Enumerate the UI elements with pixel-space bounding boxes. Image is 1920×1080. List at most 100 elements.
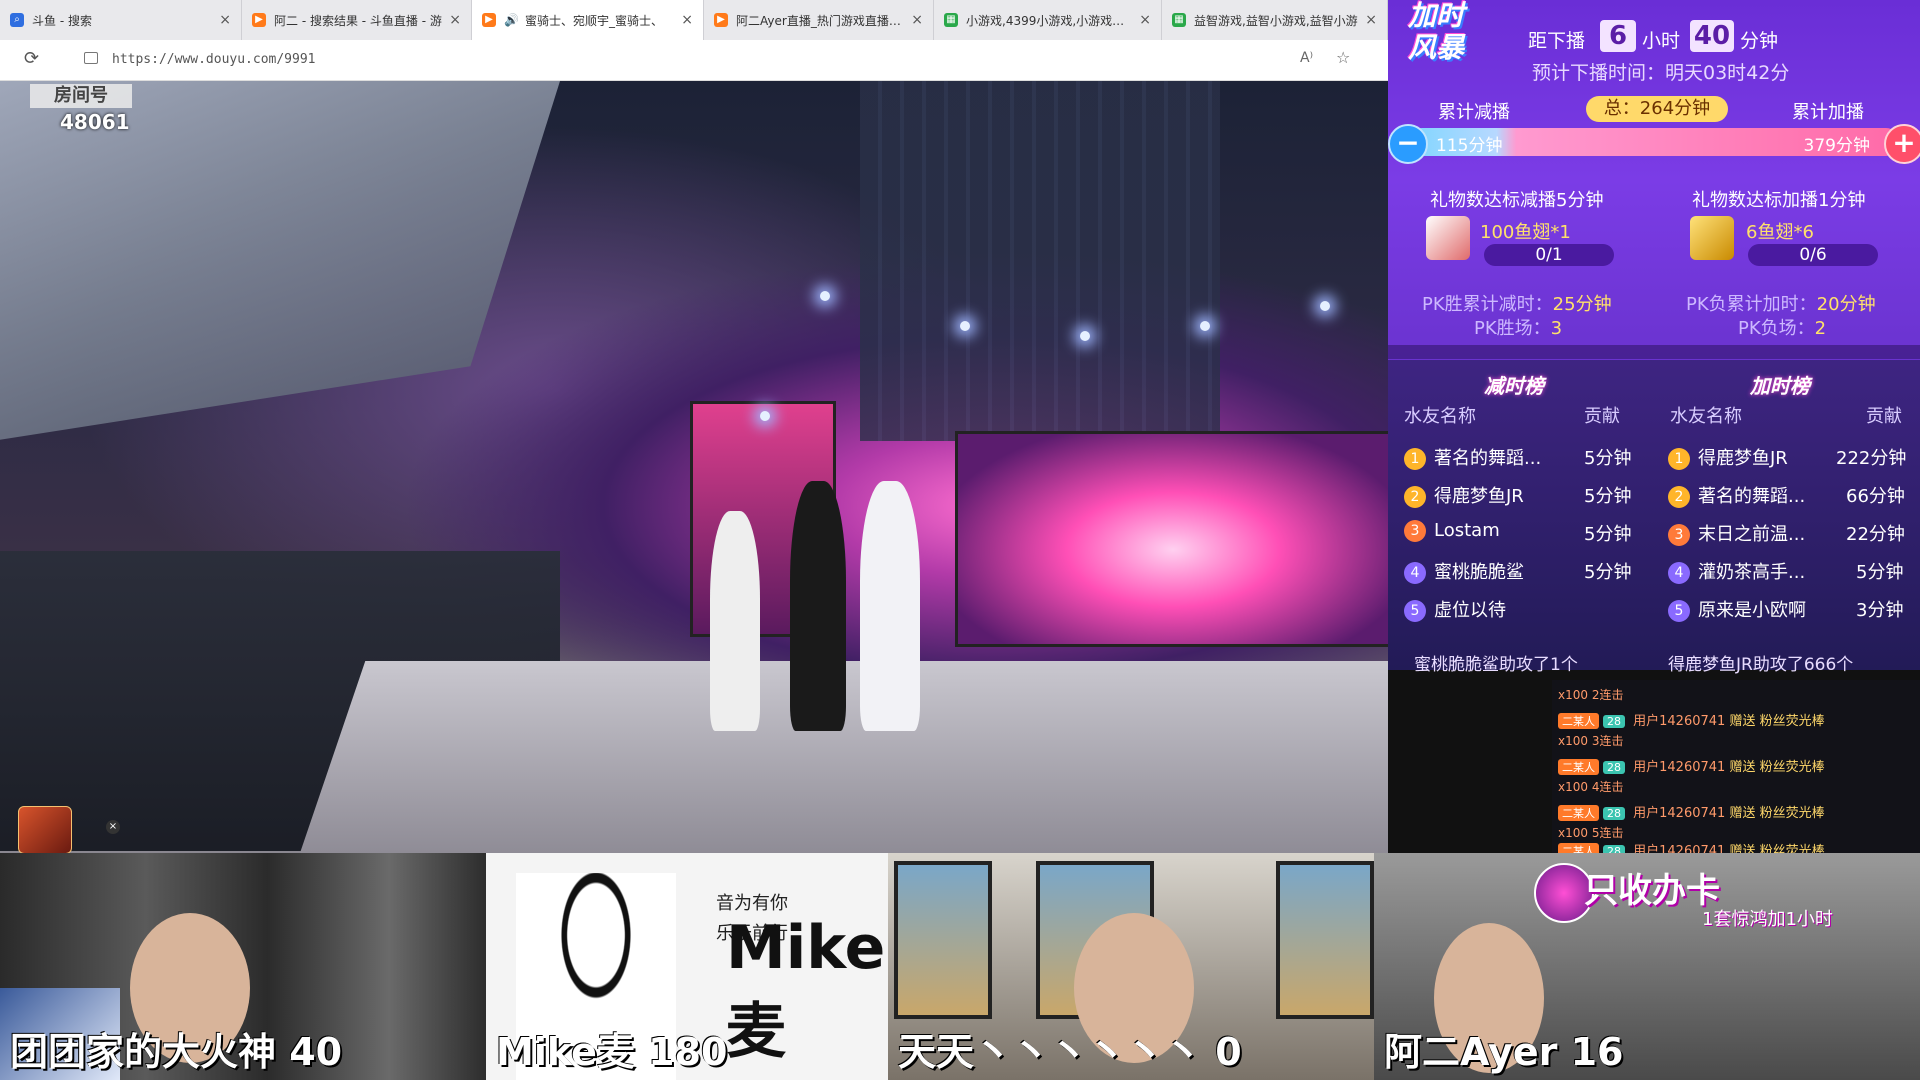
countdown-hours-unit: 小时 (1642, 30, 1681, 52)
search-favicon-icon: ⌕ (10, 13, 24, 27)
chat-combo: x100 2连击 (1558, 688, 1624, 702)
close-icon[interactable]: × (681, 12, 693, 28)
gift-subtract-name: 100鱼翅*1 (1480, 222, 1571, 243)
close-icon[interactable]: × (449, 12, 461, 28)
chat-combo: x100 5连击 (1558, 826, 1624, 840)
game-favicon-icon: ▦ (944, 13, 958, 27)
overtime-storm-logo: 加时 风暴 (1407, 0, 1464, 64)
expected-end-time: 预计下播时间：明天03时42分 (1532, 62, 1790, 84)
speaker-icon[interactable]: 🔊 (504, 13, 519, 27)
pk-win-total: PK胜累计减时：25分钟 (1422, 294, 1612, 315)
close-icon[interactable]: × (911, 12, 923, 28)
gift-add-name: 6鱼翅*6 (1746, 222, 1814, 243)
pk-lose-count: PK负场：2 (1738, 318, 1827, 339)
time-balance-bar: 115分钟 379分钟 (1408, 128, 1900, 156)
add-board-title: 加时榜 (1750, 374, 1810, 398)
subtract-row: 1 著名的舞蹈... (1404, 444, 1541, 474)
chat-combo: x100 3连击 (1558, 734, 1624, 748)
tab-title: 益智游戏,益智小游戏,益智小游 (1194, 13, 1358, 28)
tab-4399-games[interactable]: ▦ 小游戏,4399小游戏,小游戏大全 × (934, 0, 1162, 40)
glowstick-gift-icon (1690, 216, 1734, 260)
subtract-row: 4 蜜桃脆脆鲨 (1404, 558, 1524, 588)
douyu-favicon-icon: ▶ (252, 13, 266, 27)
guest-name-score: 天天丶丶丶丶丶丶 0 (898, 1030, 1242, 1074)
add-row-value: 222分钟 (1836, 448, 1907, 469)
col-name-header: 水友名称 (1404, 406, 1476, 427)
tab-puzzle-games[interactable]: ▦ 益智游戏,益智小游戏,益智小游 × (1162, 0, 1388, 40)
chat-message: 二某人 28 用户14260741 赠送 粉丝荧光棒 (1558, 756, 1825, 775)
chat-message: 二某人 28 用户14260741 赠送 粉丝荧光棒 (1558, 802, 1825, 821)
countdown-prefix: 距下播 (1528, 30, 1586, 52)
tab-title: 阿二Ayer直播_热门游戏直播_斗 (736, 13, 906, 28)
col-name-header: 水友名称 (1670, 406, 1742, 427)
chat-message: 二某人 28 用户14260741 赠送 粉丝荧光棒 (1558, 710, 1825, 729)
stage-light (760, 411, 770, 421)
wall-painting (894, 861, 992, 1019)
chat-combo: x100 4连击 (1558, 780, 1624, 794)
guest-sign: 只收办卡 (1584, 871, 1720, 911)
corner-activity-avatar[interactable] (18, 806, 72, 854)
close-icon[interactable]: × (1365, 12, 1377, 28)
guest-window-2[interactable]: 音为有你 乐于前行 Mike麦 Mike麦 180 (486, 853, 888, 1080)
guest-name-score: 阿二Ayer 16 (1384, 1030, 1624, 1074)
subtract-value: 115分钟 (1436, 136, 1503, 156)
favorite-star-icon[interactable]: ☆ (1336, 48, 1350, 67)
tab-title: 小游戏,4399小游戏,小游戏大全 (966, 13, 1134, 28)
video-tower (860, 81, 1220, 441)
countdown-minutes: 40 (1690, 20, 1734, 52)
subtract-row-value: 5分钟 (1584, 448, 1632, 469)
add-row: 2 著名的舞蹈... (1668, 482, 1805, 512)
add-row-value: 66分钟 (1846, 486, 1905, 507)
url-field[interactable]: https://www.douyu.com/9991 (112, 52, 316, 67)
total-subtract-label: 累计减播 (1438, 102, 1510, 123)
add-row: 1 得鹿梦鱼JR (1668, 444, 1788, 474)
close-icon[interactable]: × (219, 12, 231, 28)
assist-subtract: 蜜桃脆脆鲨助攻了1个 (1414, 655, 1578, 675)
close-icon[interactable]: × (1139, 12, 1151, 28)
subtract-row-value: 5分钟 (1584, 524, 1632, 545)
close-icon[interactable]: × (106, 820, 120, 834)
stage-light (1080, 331, 1090, 341)
tab-title: 斗鱼 - 搜索 (32, 13, 92, 28)
video-stage-screen (955, 431, 1388, 647)
guest-window-4[interactable]: 只收办卡 1套惊鸿加1小时 阿二Ayer 16 (1374, 853, 1920, 1080)
guest-window-1[interactable]: 团团家的大火神 40 (0, 853, 486, 1080)
room-number: 48061 (60, 110, 130, 134)
guest-window-3[interactable]: 天天丶丶丶丶丶丶 0 (888, 853, 1374, 1080)
gift-add-title: 礼物数达标加播1分钟 (1692, 190, 1866, 211)
total-time-pill: 总：264分钟 (1586, 96, 1728, 122)
add-row: 3 末日之前温... (1668, 520, 1805, 550)
subtract-board-title: 减时榜 (1484, 374, 1544, 398)
main-video-stream[interactable] (0, 81, 1388, 853)
tab-search-results[interactable]: ▶ 阿二 - 搜索结果 - 斗鱼直播 - 游 × (242, 0, 472, 40)
tab-title: 阿二 - 搜索结果 - 斗鱼直播 - 游 (274, 13, 442, 28)
chat-gift-feed[interactable]: x100 2连击 二某人 28 用户14260741 赠送 粉丝荧光棒 x100 … (1552, 680, 1920, 860)
add-row: 5 原来是小欧啊 (1668, 596, 1806, 626)
plus-icon: + (1884, 124, 1920, 164)
tab-douyu-search[interactable]: ⌕ 斗鱼 - 搜索 × (0, 0, 242, 40)
minus-icon: − (1388, 124, 1428, 164)
room-number-badge: 房间号 (30, 84, 132, 108)
performer-white (860, 481, 920, 731)
add-row-value: 3分钟 (1856, 600, 1904, 621)
tab-title: 蜜骑士、宛顺宇_蜜骑士、 (524, 13, 663, 28)
pk-lose-total: PK负累计加时：20分钟 (1686, 294, 1876, 315)
tab-ayer-stream[interactable]: ▶ 阿二Ayer直播_热门游戏直播_斗 × (704, 0, 934, 40)
pk-win-count: PK胜场：3 (1474, 318, 1563, 339)
add-row-value: 22分钟 (1846, 524, 1905, 545)
countdown-minutes-unit: 分钟 (1740, 30, 1779, 52)
tab-active-stream[interactable]: ▶ 🔊 蜜骑士、宛顺宇_蜜骑士、 × (472, 0, 704, 40)
stage-light (1200, 321, 1210, 331)
subtract-row: 2 得鹿梦鱼JR (1404, 482, 1524, 512)
guest-name-score: Mike麦 180 (496, 1030, 728, 1074)
refresh-icon[interactable]: ⟳ (24, 48, 39, 69)
add-row: 4 灌奶茶高手... (1668, 558, 1805, 588)
assist-add: 得鹿梦鱼JR助攻了666个 (1668, 655, 1854, 675)
browser-tab-strip: ⌕ 斗鱼 - 搜索 × ▶ 阿二 - 搜索结果 - 斗鱼直播 - 游 × ▶ 🔊… (0, 0, 1388, 40)
video-building (0, 81, 560, 440)
lock-icon[interactable] (84, 52, 98, 64)
rocket-gift-icon (1426, 216, 1470, 260)
performer-white-2 (710, 511, 760, 731)
gift-subtract-progress: 0/1 (1484, 244, 1614, 266)
read-aloud-icon[interactable]: A⁾ (1300, 50, 1313, 66)
